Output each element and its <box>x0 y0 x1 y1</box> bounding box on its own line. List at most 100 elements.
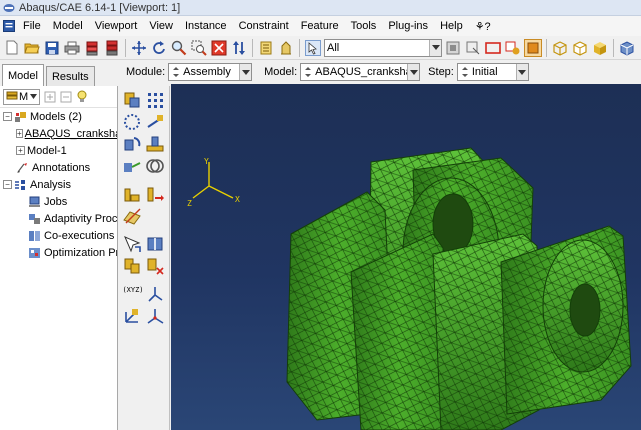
step-select[interactable]: Initial <box>456 63 529 81</box>
datum-plane-icon[interactable] <box>122 206 142 226</box>
open-file-button[interactable] <box>23 39 41 57</box>
collapse-expander[interactable]: − <box>3 112 12 121</box>
select-arrow-button[interactable] <box>304 39 322 57</box>
toolbar-separator <box>125 38 126 57</box>
hidden-line-button[interactable] <box>571 39 589 57</box>
pan-button[interactable] <box>130 39 148 57</box>
save-button[interactable] <box>43 39 61 57</box>
menu-instance[interactable]: Instance <box>179 20 233 32</box>
tree-item-label: Analysis <box>30 178 71 191</box>
view-options-button[interactable] <box>618 39 636 57</box>
expand-expander[interactable]: + <box>16 129 23 138</box>
merge-cut-icon[interactable] <box>145 134 165 154</box>
instance-part-icon[interactable] <box>122 90 142 110</box>
rotate-instance-icon[interactable] <box>122 134 142 154</box>
context-bar: Module: Assembly Model: ABAQUS_crankshaf… <box>120 61 641 83</box>
crankshaft-mesh[interactable] <box>171 84 641 430</box>
module-label: Module: <box>126 66 166 78</box>
datum-axis-icon[interactable] <box>145 184 165 204</box>
menu-plugins[interactable]: Plug-ins <box>382 20 434 32</box>
open-folder-icon <box>24 43 40 53</box>
pattern-grid-icon[interactable] <box>145 90 165 110</box>
toolbar-separator <box>613 38 614 57</box>
tree-item-jobs[interactable]: Jobs <box>0 193 117 210</box>
tree-item-adaptivity-processes[interactable]: Adaptivity Processes <box>0 210 117 227</box>
shaded-cube-icon <box>594 41 606 55</box>
model-tree-button[interactable] <box>83 39 101 57</box>
collapse-tree-icon[interactable] <box>60 91 72 103</box>
tree-item-optimization-processes[interactable]: Optimization Processes <box>0 244 117 261</box>
datum-button[interactable] <box>277 39 295 57</box>
csys-axes-icon[interactable] <box>145 284 165 304</box>
step-label: Step: <box>428 66 454 78</box>
query-button[interactable] <box>257 39 275 57</box>
module-select[interactable]: Assembly <box>168 63 253 81</box>
menu-tools[interactable]: Tools <box>345 20 383 32</box>
shaded-button[interactable] <box>591 39 609 57</box>
toolbar-separator <box>546 38 547 57</box>
tree-item-annotations[interactable]: Annotations <box>0 159 117 176</box>
magnifier-icon <box>171 40 187 55</box>
model-select[interactable]: ABAQUS_crankshaft <box>300 63 421 81</box>
tab-results[interactable]: Results <box>45 66 95 86</box>
triad-csys-icon[interactable] <box>145 306 165 326</box>
tree-item-co-executions[interactable]: Co-executions <box>0 227 117 244</box>
wireframe-cube-icon <box>553 40 567 56</box>
menu-constraint[interactable]: Constraint <box>233 20 295 32</box>
new-file-button[interactable] <box>3 39 21 57</box>
wireframe-button[interactable] <box>551 39 569 57</box>
print-button[interactable] <box>63 39 81 57</box>
tree-filter-select[interactable]: M <box>3 88 41 105</box>
title-bar: Abaqus/CAE 6.14-1 [Viewport: 1] <box>0 0 641 16</box>
tree-item-models[interactable]: − Models (2) <box>0 108 117 125</box>
select-pointer-icon[interactable] <box>122 234 142 254</box>
radial-pattern-icon[interactable] <box>122 112 142 132</box>
expand-tree-icon[interactable] <box>44 91 56 103</box>
menu-help[interactable]: Help <box>434 20 469 32</box>
step-value: Initial <box>471 66 498 78</box>
rotate-button[interactable] <box>150 39 168 57</box>
selection-options-button[interactable] <box>444 39 462 57</box>
lightbulb-icon[interactable] <box>76 90 88 103</box>
context-help-button[interactable]: ⚘? <box>469 20 497 33</box>
position-constraint-icon[interactable] <box>122 156 142 176</box>
up-down-arrows-icon <box>233 40 245 55</box>
coaxial-icon[interactable] <box>145 156 165 176</box>
drag-shape-button[interactable] <box>464 39 482 57</box>
select-in-out-button[interactable] <box>504 39 522 57</box>
model-stack-icon <box>86 41 98 55</box>
auto-fit-button[interactable] <box>210 39 228 57</box>
assembly-toolbox: (XYZ) <box>118 86 170 430</box>
copy-part-icon[interactable] <box>122 256 142 276</box>
results-stack-button[interactable] <box>103 39 121 57</box>
coordinate-system-tool[interactable]: (XYZ) <box>121 286 145 300</box>
menu-view[interactable]: View <box>143 20 179 32</box>
zoom-button[interactable] <box>170 39 188 57</box>
tab-model[interactable]: Model <box>2 64 44 86</box>
abaqus-logo-icon <box>3 3 15 12</box>
render-style-button[interactable] <box>524 38 542 57</box>
partition-icon[interactable] <box>145 234 165 254</box>
tree-item-model-1[interactable]: + Model-1 <box>0 142 117 159</box>
tree-item-abaqus-crankshaft[interactable]: + ABAQUS_crankshaft <box>0 125 117 142</box>
menu-model[interactable]: Model <box>47 20 89 32</box>
cut-instance-icon[interactable] <box>145 256 165 276</box>
selection-filter-select[interactable]: All <box>324 38 442 57</box>
menu-viewport[interactable]: Viewport <box>89 20 144 32</box>
menu-feature[interactable]: Feature <box>295 20 345 32</box>
tree-item-analysis[interactable]: − Analysis <box>0 176 117 193</box>
collapse-expander[interactable]: − <box>3 180 12 189</box>
translate-instance-icon[interactable] <box>145 112 165 132</box>
in-out-icon <box>505 41 520 54</box>
menu-file[interactable]: File <box>17 20 47 32</box>
select-rect-button[interactable] <box>484 39 502 57</box>
file-menu-icon[interactable] <box>3 20 15 32</box>
expand-expander[interactable]: + <box>16 146 25 155</box>
datum-point-icon[interactable] <box>122 184 142 204</box>
viewport[interactable]: Y X Z <box>171 84 641 430</box>
box-zoom-button[interactable] <box>190 39 208 57</box>
cycle-views-button[interactable] <box>230 39 248 57</box>
tree-item-label: Optimization Processes <box>44 246 117 259</box>
toolbar-separator <box>252 38 253 57</box>
datum-csys-icon[interactable] <box>122 306 142 326</box>
